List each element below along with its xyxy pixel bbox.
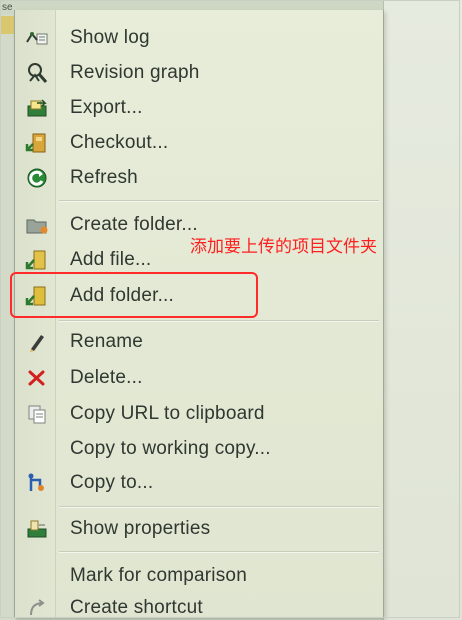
menu-separator: [59, 551, 379, 553]
menu-item-label: Create folder...: [70, 214, 198, 235]
menu-item-label: Copy to...: [70, 472, 154, 493]
menu-item-show-log[interactable]: Show log: [15, 22, 383, 54]
background-window-label: se: [2, 2, 13, 13]
menu-item-label: Mark for comparison: [70, 565, 247, 586]
rename-icon: [25, 331, 49, 353]
menu-item-label: Revision graph: [70, 62, 200, 83]
show-log-icon: [25, 27, 49, 49]
menu-item-label: Show log: [70, 27, 150, 48]
menu-item-copy-url[interactable]: Copy URL to clipboard: [15, 398, 383, 430]
menu-separator: [59, 200, 379, 202]
refresh-icon: [25, 167, 49, 189]
menu-item-copy-to-working-copy[interactable]: Copy to working copy...: [15, 433, 383, 465]
menu-item-label: Copy URL to clipboard: [70, 403, 265, 424]
menu-item-show-properties[interactable]: Show properties: [15, 513, 383, 545]
checkout-icon: [25, 132, 49, 154]
menu-item-checkout[interactable]: Checkout...: [15, 127, 383, 159]
menu-item-export[interactable]: Export...: [15, 92, 383, 124]
menu-item-label: Export...: [70, 97, 143, 118]
menu-item-label: Refresh: [70, 167, 138, 188]
create-folder-icon: [25, 214, 49, 236]
menu-item-label: Create shortcut: [70, 597, 203, 618]
menu-item-delete[interactable]: Delete...: [15, 362, 383, 394]
create-shortcut-icon: [25, 597, 49, 619]
context-menu: Show log Revision graph Export... Checko…: [14, 10, 384, 618]
background-right-pane: [383, 0, 462, 620]
menu-item-label: Show properties: [70, 518, 211, 539]
menu-item-mark-for-comparison[interactable]: Mark for comparison: [15, 560, 383, 592]
annotation-text: 添加要上传的项目文件夹: [190, 237, 377, 257]
menu-item-add-folder[interactable]: Add folder...: [15, 280, 383, 312]
menu-item-label: Delete...: [70, 367, 143, 388]
menu-separator: [59, 506, 379, 508]
menu-item-refresh[interactable]: Refresh: [15, 162, 383, 194]
menu-item-rename[interactable]: Rename: [15, 326, 383, 358]
revision-graph-icon: [25, 62, 49, 84]
menu-item-label: Copy to working copy...: [70, 438, 271, 459]
menu-item-copy-to[interactable]: Copy to...: [15, 467, 383, 499]
export-icon: [25, 97, 49, 119]
copy-to-icon: [25, 472, 49, 494]
menu-item-label: Rename: [70, 331, 144, 352]
menu-item-label: Add folder...: [70, 285, 175, 306]
add-file-icon: [25, 249, 49, 271]
copy-url-icon: [25, 403, 49, 425]
menu-item-create-shortcut[interactable]: Create shortcut: [15, 592, 383, 620]
menu-separator: [59, 320, 379, 322]
menu-item-label: Checkout...: [70, 132, 169, 153]
menu-item-label: Add file...: [70, 249, 152, 270]
menu-item-revision-graph[interactable]: Revision graph: [15, 57, 383, 89]
add-folder-icon: [25, 285, 49, 307]
show-properties-icon: [25, 518, 49, 540]
delete-icon: [25, 367, 49, 389]
